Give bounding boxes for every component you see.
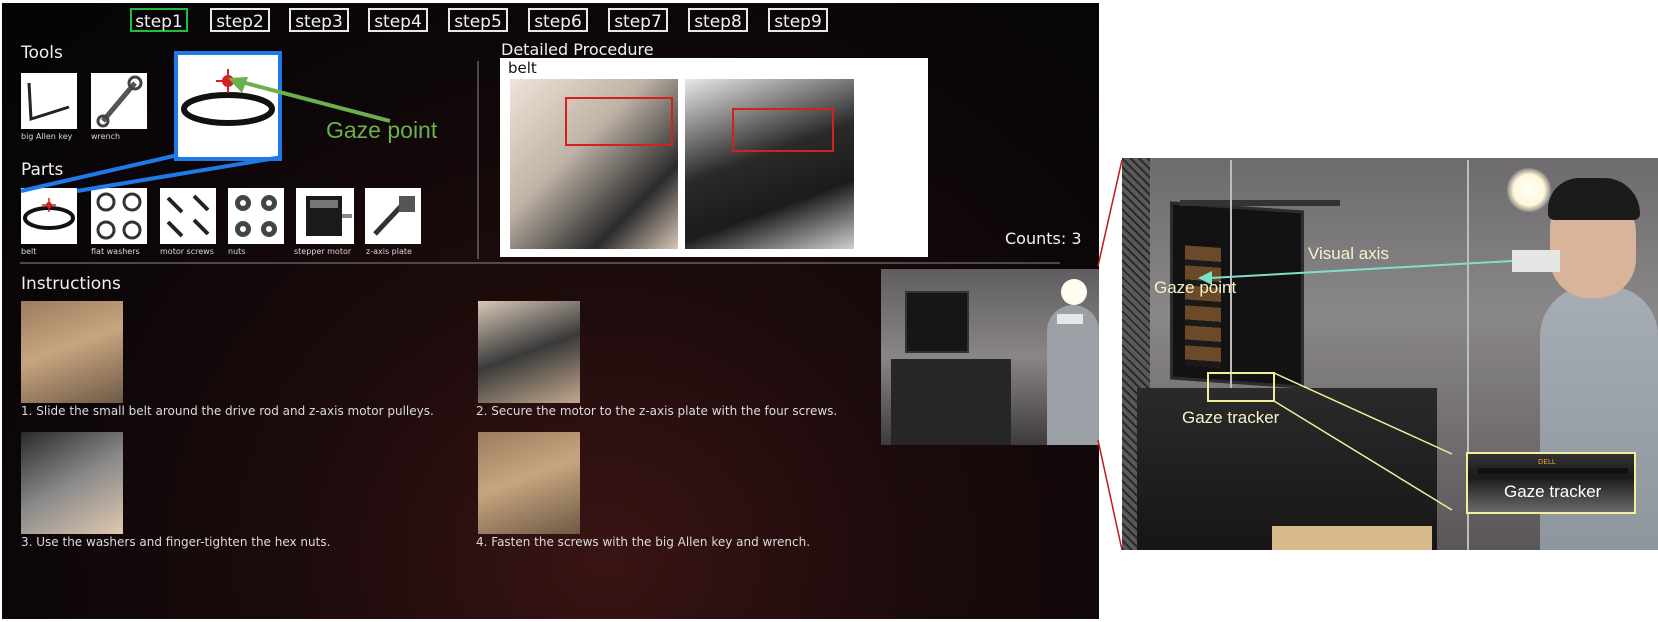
zoom-line-bottom [1097, 439, 1123, 551]
zoom-line-top [1097, 159, 1123, 267]
gaze-tracker-inset-label: Gaze tracker [1504, 482, 1602, 501]
tracker-bar [1478, 468, 1628, 474]
gaze-tracker-box [1207, 372, 1275, 402]
gaze-tracker-inset: DELL Gaze tracker [1466, 452, 1636, 514]
tracker-zoom-line [1273, 400, 1453, 511]
visual-axis-label: Visual axis [1308, 244, 1389, 263]
inset-brand-label: DELL [1538, 458, 1556, 466]
experiment-setup-photo: Visual axis Gaze point Gaze tracker DELL… [1122, 158, 1658, 550]
gaze-point-photo-label: Gaze point [1154, 278, 1237, 297]
tracker-zoom-line [1273, 372, 1453, 455]
gaze-tracker-label: Gaze tracker [1182, 408, 1280, 427]
